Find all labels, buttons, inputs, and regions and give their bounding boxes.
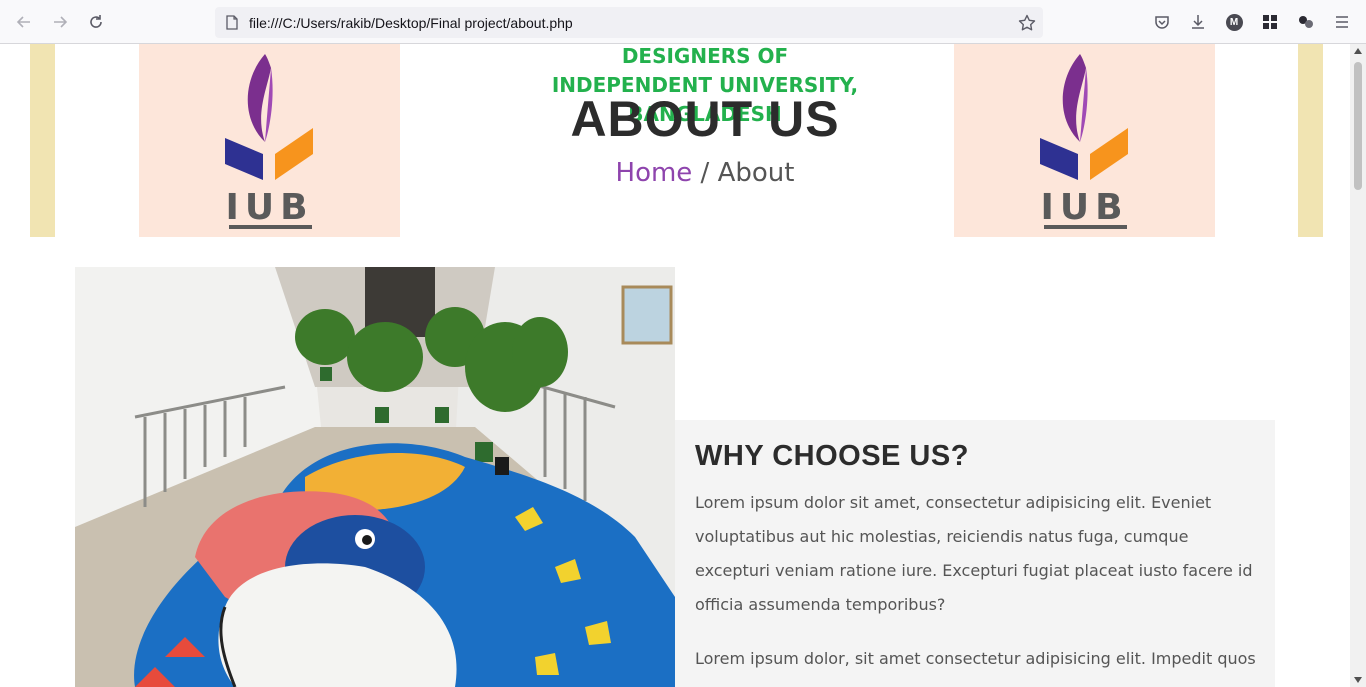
url-text[interactable]: file:///C:/Users/rakib/Desktop/Final pro… [249, 15, 573, 31]
about-photo [75, 267, 675, 687]
bookmark-star-icon[interactable] [1017, 13, 1037, 33]
back-icon[interactable] [14, 12, 34, 32]
forward-icon[interactable] [50, 12, 70, 32]
iub-logo-text: IUB [225, 187, 314, 228]
page-title: ABOUT US [570, 91, 840, 147]
iub-logo-underline [229, 225, 312, 229]
account-letter: M [1225, 13, 1243, 31]
iub-logo-text: IUB [1040, 187, 1129, 228]
iub-logo-right: IUB [954, 44, 1215, 237]
why-choose-us-section: WHY CHOOSE US? Lorem ipsum dolor sit ame… [675, 420, 1275, 687]
breadcrumb-home-link[interactable]: Home [616, 158, 693, 188]
containers-icon[interactable] [1296, 12, 1316, 32]
page-scrollbar[interactable] [1350, 44, 1366, 687]
iub-logo-left: IUB [139, 44, 400, 237]
section-title: WHY CHOOSE US? [695, 440, 969, 472]
browser-toolbar: file:///C:/Users/rakib/Desktop/Final pro… [0, 0, 1366, 44]
iub-flame-icon [225, 54, 313, 180]
iub-logo-underline [1044, 225, 1127, 229]
breadcrumb: Home / About [455, 158, 955, 188]
menu-icon[interactable] [1332, 12, 1352, 32]
designers-line-1: DESIGNERS OF [621, 44, 789, 68]
scroll-down-icon[interactable] [1354, 677, 1362, 683]
hero-banner: IUB DESIGNERS OF INDEPENDENT UNIVERSITY,… [30, 44, 1323, 237]
extensions-icon[interactable] [1260, 12, 1280, 32]
reload-icon[interactable] [86, 12, 106, 32]
pocket-icon[interactable] [1152, 12, 1172, 32]
section-paragraph-1: Lorem ipsum dolor sit amet, consectetur … [695, 493, 1253, 614]
page-content: IUB DESIGNERS OF INDEPENDENT UNIVERSITY,… [0, 44, 1350, 687]
iub-flame-icon [1040, 54, 1128, 180]
breadcrumb-current: About [717, 158, 795, 188]
address-bar[interactable]: file:///C:/Users/rakib/Desktop/Final pro… [215, 7, 1043, 38]
account-icon[interactable]: M [1224, 12, 1244, 32]
section-paragraph-2: Lorem ipsum dolor, sit amet consectetur … [695, 649, 1256, 668]
download-icon[interactable] [1188, 12, 1208, 32]
scroll-up-icon[interactable] [1354, 48, 1362, 54]
page-icon [226, 15, 238, 30]
hero-inner: IUB DESIGNERS OF INDEPENDENT UNIVERSITY,… [55, 44, 1298, 237]
corridor-alpana-image [75, 267, 675, 687]
scroll-thumb[interactable] [1354, 62, 1362, 190]
breadcrumb-separator: / [692, 158, 718, 188]
